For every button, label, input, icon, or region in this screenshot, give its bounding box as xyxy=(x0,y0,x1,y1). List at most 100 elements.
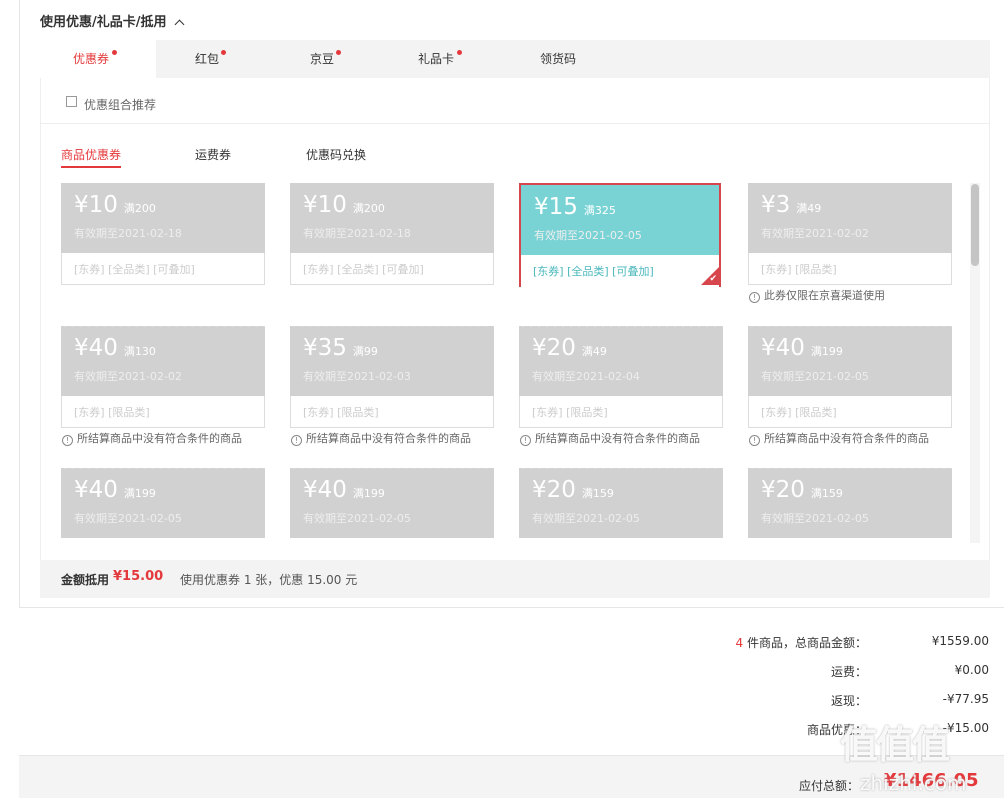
coupon-footer: [东券] [限品类] xyxy=(519,396,723,428)
coupon-face: ¥40 满199 有效期至2021-02-05 xyxy=(748,323,952,396)
coupon-condition: 满159 xyxy=(581,487,614,500)
coupon-validity: 有效期至2021-02-03 xyxy=(303,370,411,383)
coupon-warning: ! 所结算商品中没有符合条件的商品 xyxy=(749,430,929,446)
tab-jingdou[interactable]: 京豆 xyxy=(310,40,341,78)
coupon-condition: 满49 xyxy=(796,202,822,215)
coupon-footer: [东券] [全品类] [可叠加] xyxy=(290,253,494,285)
coupon-face: ¥40 满199 有效期至2021-02-05 xyxy=(290,468,494,538)
tab-coupons[interactable]: 优惠券 xyxy=(40,40,156,78)
coupon-amount-value: ¥20 xyxy=(761,477,805,503)
coupon-validity: 有效期至2021-02-05 xyxy=(74,512,182,525)
coupon-card[interactable]: ¥10 满200 有效期至2021-02-18 [东券] [全品类] [可叠加] xyxy=(290,183,494,285)
coupon-tags: [东券] [限品类] xyxy=(74,406,150,419)
coupon-validity: 有效期至2021-02-02 xyxy=(761,227,869,240)
coupon-amount-value: ¥20 xyxy=(532,335,576,361)
coupon-amount-value: ¥20 xyxy=(532,477,576,503)
coupon-card[interactable]: ¥20 满49 有效期至2021-02-04 [东券] [限品类] xyxy=(519,323,723,428)
coupon-warning: ! 所结算商品中没有符合条件的商品 xyxy=(520,430,700,446)
coupon-footer: [东券] [限品类] xyxy=(748,253,952,285)
rebate-value: -¥77.95 xyxy=(942,692,989,706)
shipping-label: 运费： xyxy=(830,665,867,679)
subtab-redeem-code[interactable]: 优惠码兑换 xyxy=(306,146,366,163)
coupon-condition: 满199 xyxy=(352,487,385,500)
coupon-tags: [东券] [全品类] [可叠加] xyxy=(303,263,424,276)
coupon-condition: 满199 xyxy=(810,345,843,358)
tab-red-packet[interactable]: 红包 xyxy=(195,40,226,78)
coupon-validity: 有效期至2021-02-05 xyxy=(532,512,640,525)
coupon-amount: ¥40 满199 xyxy=(74,477,156,503)
notification-dot xyxy=(112,50,117,55)
coupon-amount: ¥10 满200 xyxy=(74,192,156,218)
goods-total-value: ¥1559.00 xyxy=(931,634,989,648)
watermark-url: zhizhi.com xyxy=(860,771,967,795)
coupon-validity: 有效期至2021-02-04 xyxy=(532,370,640,383)
subtab-shipping-coupons[interactable]: 运费券 xyxy=(195,146,231,163)
coupon-amount-value: ¥10 xyxy=(303,192,347,218)
coupon-tags: [东券] [限品类] xyxy=(532,406,608,419)
coupon-face: ¥20 满49 有效期至2021-02-04 xyxy=(519,323,723,396)
summary-desc: 使用优惠券 1 张，优惠 15.00 元 xyxy=(180,573,358,587)
coupon-validity: 有效期至2021-02-18 xyxy=(303,227,411,240)
combo-checkbox-label: 优惠组合推荐 xyxy=(84,98,157,112)
tab-pickup-code[interactable]: 领货码 xyxy=(540,40,576,78)
subtab-product-coupons[interactable]: 商品优惠券 xyxy=(61,146,122,168)
coupon-tags: [东券] [全品类] [可叠加] xyxy=(533,265,654,278)
coupon-footer: [东券] [限品类] xyxy=(61,396,265,428)
coupon-card[interactable]: ¥20 满159 有效期至2021-02-05 xyxy=(748,468,952,541)
coupon-edge xyxy=(748,468,952,471)
notification-dot xyxy=(221,50,226,55)
panel-left-border xyxy=(19,0,20,608)
coupon-condition: 满49 xyxy=(581,345,607,358)
coupon-card[interactable]: ¥3 满49 有效期至2021-02-02 [东券] [限品类] xyxy=(748,183,952,285)
coupon-card[interactable]: ¥40 满199 有效期至2021-02-05 [东券] [限品类] xyxy=(748,323,952,428)
coupon-validity: 有效期至2021-02-05 xyxy=(761,370,869,383)
scrollbar-thumb[interactable] xyxy=(971,184,979,266)
coupon-face: ¥40 满130 有效期至2021-02-02 xyxy=(61,323,265,396)
section-title[interactable]: 使用优惠/礼品卡/抵用 xyxy=(40,11,184,30)
coupon-edge xyxy=(61,323,265,329)
coupon-amount: ¥3 满49 xyxy=(761,192,821,218)
coupon-amount: ¥40 满199 xyxy=(303,477,385,503)
info-icon: ! xyxy=(62,435,73,446)
coupon-amount-value: ¥35 xyxy=(303,335,347,361)
summary-amount: ¥15.00 xyxy=(113,569,164,584)
divider xyxy=(41,123,989,124)
coupon-card[interactable]: ¥40 满130 有效期至2021-02-02 [东券] [限品类] xyxy=(61,323,265,428)
panel-bottom-border xyxy=(19,607,1004,608)
coupon-card[interactable]: ¥40 满199 有效期至2021-02-05 xyxy=(290,468,494,541)
coupon-warning-text: 所结算商品中没有符合条件的商品 xyxy=(77,432,242,445)
combo-checkbox[interactable] xyxy=(66,96,77,107)
coupon-warning: ! 此券仅限在京喜渠道使用 xyxy=(749,287,885,303)
coupon-footer: [东券] [全品类] [可叠加] xyxy=(61,253,265,285)
payable-label: 应付总额： xyxy=(798,779,859,793)
coupon-card[interactable]: ¥20 满159 有效期至2021-02-05 xyxy=(519,468,723,541)
chevron-up-icon[interactable] xyxy=(174,19,184,30)
coupon-edge xyxy=(519,323,723,329)
notification-dot xyxy=(457,50,462,55)
coupon-face: ¥20 满159 有效期至2021-02-05 xyxy=(519,468,723,538)
coupon-warning-text: 所结算商品中没有符合条件的商品 xyxy=(535,432,700,445)
coupon-tags: [东券] [限品类] xyxy=(761,263,837,276)
coupon-condition: 满200 xyxy=(123,202,156,215)
coupon-card[interactable]: ¥35 满99 有效期至2021-02-03 [东券] [限品类] xyxy=(290,323,494,428)
coupon-amount-value: ¥3 xyxy=(761,192,791,218)
info-icon: ! xyxy=(749,435,760,446)
coupon-amount: ¥20 满49 xyxy=(532,335,607,361)
coupon-warning: ! 所结算商品中没有符合条件的商品 xyxy=(62,430,242,446)
tab-label: 礼品卡 xyxy=(418,52,455,66)
tab-label: 领货码 xyxy=(540,52,577,66)
tab-gift-card[interactable]: 礼品卡 xyxy=(418,40,462,78)
coupon-card[interactable]: ¥40 满199 有效期至2021-02-05 xyxy=(61,468,265,541)
notification-dot xyxy=(336,50,341,55)
coupon-amount: ¥10 满200 xyxy=(303,192,385,218)
coupon-edge xyxy=(519,468,723,471)
coupon-amount-value: ¥40 xyxy=(303,477,347,503)
watermark-logo: 值值值 xyxy=(840,723,950,767)
coupon-tags: [东券] [全品类] [可叠加] xyxy=(74,263,195,276)
coupon-edge xyxy=(61,468,265,471)
coupon-amount: ¥40 满130 xyxy=(74,335,156,361)
discount-label: 商品优惠： xyxy=(806,723,867,737)
goods-total-text: 件商品，总商品金额： xyxy=(743,636,867,650)
coupon-card[interactable]: ¥15 满325 有效期至2021-02-05 [东券] [全品类] [可叠加] ✔ xyxy=(519,183,721,287)
coupon-card[interactable]: ¥10 满200 有效期至2021-02-18 [东券] [全品类] [可叠加] xyxy=(61,183,265,285)
